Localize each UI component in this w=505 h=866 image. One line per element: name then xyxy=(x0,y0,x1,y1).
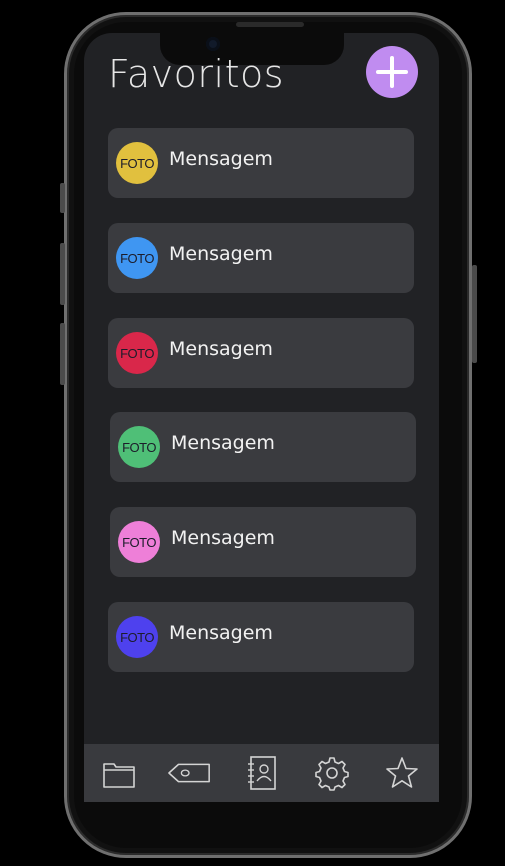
avatar: FOTO xyxy=(118,426,160,468)
volume-down-button xyxy=(60,323,65,385)
avatar: FOTO xyxy=(116,332,158,374)
favorite-message: Mensagem xyxy=(169,622,273,644)
favorite-item[interactable]: FOTO Mensagem xyxy=(110,507,416,577)
favorite-item[interactable]: FOTO Mensagem xyxy=(110,412,416,482)
favorite-item[interactable]: FOTO Mensagem xyxy=(108,128,414,198)
speaker-grille xyxy=(236,22,304,27)
favorite-message: Mensagem xyxy=(171,432,275,454)
favorite-message: Mensagem xyxy=(169,243,273,265)
contacts-book-icon xyxy=(248,756,276,790)
mute-switch xyxy=(60,183,65,213)
add-favorite-button[interactable] xyxy=(366,46,418,98)
favorite-item[interactable]: FOTO Mensagem xyxy=(108,318,414,388)
favorite-message: Mensagem xyxy=(171,527,275,549)
tab-tags[interactable] xyxy=(166,754,214,792)
tag-icon xyxy=(168,763,210,783)
gear-icon xyxy=(315,757,349,791)
front-camera xyxy=(206,37,220,51)
avatar: FOTO xyxy=(118,521,160,563)
tab-contacts[interactable] xyxy=(243,754,281,792)
favorite-item[interactable]: FOTO Mensagem xyxy=(108,223,414,293)
avatar: FOTO xyxy=(116,616,158,658)
volume-up-button xyxy=(60,243,65,305)
folder-icon xyxy=(103,763,135,788)
favorite-item[interactable]: FOTO Mensagem xyxy=(108,602,414,672)
tab-folders[interactable] xyxy=(100,754,138,792)
power-button xyxy=(472,265,477,363)
favorite-message: Mensagem xyxy=(169,148,273,170)
star-icon xyxy=(386,757,418,788)
tab-favorites[interactable] xyxy=(383,754,421,792)
favorite-message: Mensagem xyxy=(169,338,273,360)
tab-settings[interactable] xyxy=(313,754,351,792)
plus-icon xyxy=(376,56,408,88)
avatar: FOTO xyxy=(116,142,158,184)
avatar: FOTO xyxy=(116,237,158,279)
page-title: Favoritos xyxy=(108,52,285,96)
